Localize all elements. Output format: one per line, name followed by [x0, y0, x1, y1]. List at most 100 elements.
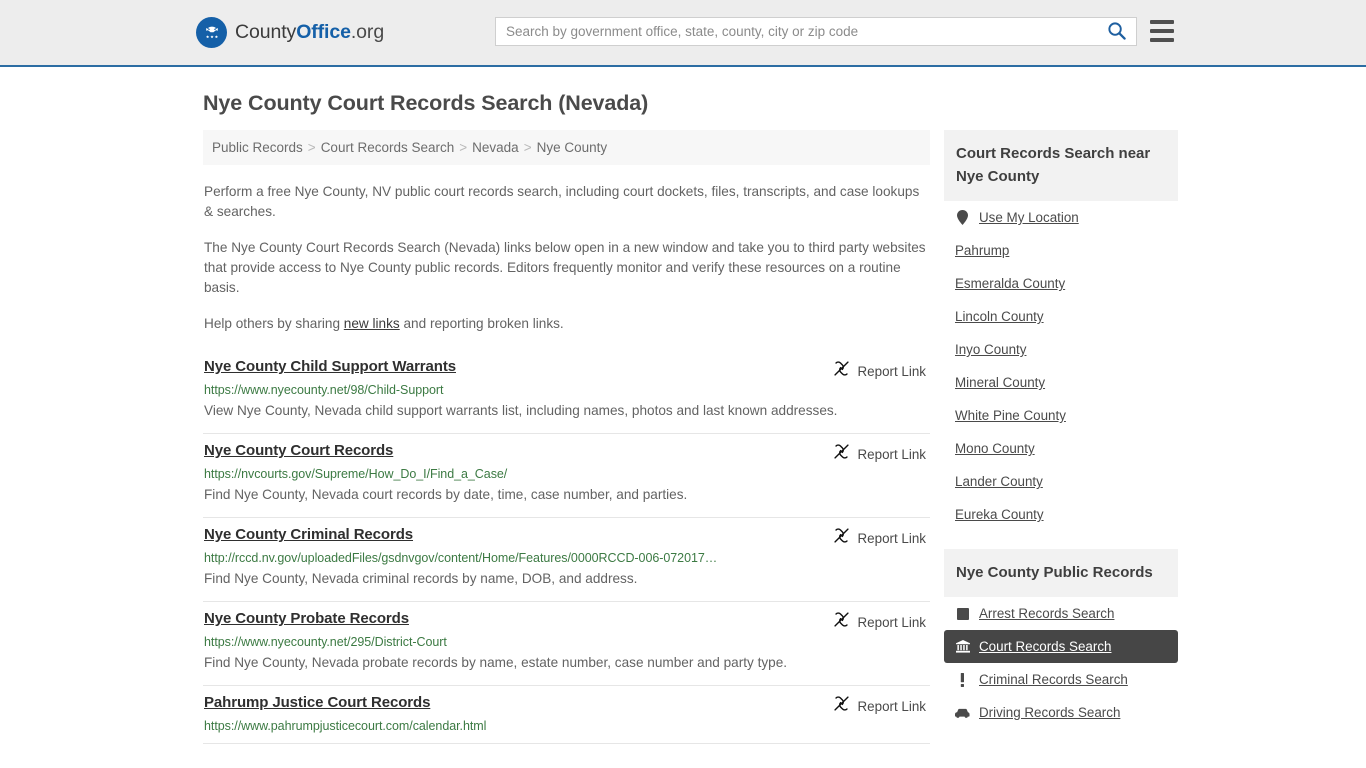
- public-records-panel: Nye County Public Records Arrest Records…: [944, 549, 1178, 729]
- result-url: https://www.pahrumpjusticecourt.com/cale…: [204, 719, 487, 733]
- nearby-item-label[interactable]: Mono County: [955, 441, 1035, 456]
- site-logo[interactable]: CountyOffice.org: [196, 17, 384, 48]
- nearby-list: Use My Location Pahrump Esmeralda County Li…: [944, 201, 1178, 531]
- page-title: Nye County Court Records Search (Nevada): [203, 91, 649, 115]
- nearby-item-label[interactable]: Lincoln County: [955, 309, 1044, 324]
- nearby-item-10[interactable]: Eureka County: [944, 498, 1178, 531]
- breadcrumb-separator: >: [459, 140, 468, 155]
- search-bar: [495, 17, 1137, 46]
- result-title-link[interactable]: Nye County Child Support Warrants: [204, 358, 456, 375]
- breadcrumb-item-1[interactable]: Public Records: [212, 140, 303, 155]
- nearby-item-label[interactable]: Mineral County: [955, 375, 1045, 390]
- result-url: https://www.nyecounty.net/295/District-C…: [204, 635, 447, 649]
- logo-text-county: County: [235, 21, 297, 43]
- result-url: https://www.nyecounty.net/98/Child-Suppo…: [204, 383, 444, 397]
- results-list: Nye County Child Support Warrants Report …: [203, 351, 930, 744]
- nearby-item-label[interactable]: Use My Location: [979, 210, 1079, 225]
- search-icon: [1107, 21, 1126, 43]
- panel-spacer: [944, 537, 1178, 549]
- logo-text-org: .org: [350, 21, 385, 43]
- nearby-panel-heading: Court Records Search near Nye County: [944, 130, 1178, 201]
- nearby-item-label[interactable]: Esmeralda County: [955, 276, 1065, 291]
- result-title-link[interactable]: Nye County Probate Records: [204, 610, 409, 627]
- search-button[interactable]: [1096, 18, 1136, 45]
- nearby-item-9[interactable]: Lander County: [944, 465, 1178, 498]
- car-icon: [955, 708, 970, 718]
- report-link-button[interactable]: Report Link: [833, 360, 926, 382]
- public-records-list: Arrest Records Search Court Records Searc…: [944, 597, 1178, 729]
- nearby-item-label[interactable]: Eureka County: [955, 507, 1044, 522]
- public-records-item-label[interactable]: Criminal Records Search: [979, 672, 1128, 687]
- result-description: Find Nye County, Nevada court records by…: [204, 487, 688, 502]
- report-link-label: Report Link: [857, 698, 926, 714]
- menu-bar-2: [1150, 29, 1174, 33]
- new-links-link[interactable]: new links: [344, 316, 400, 331]
- public-records-panel-heading: Nye County Public Records: [944, 549, 1178, 597]
- breadcrumb-item-2[interactable]: Court Records Search: [321, 140, 455, 155]
- search-input[interactable]: [496, 18, 1096, 45]
- report-link-button[interactable]: Report Link: [833, 527, 926, 549]
- public-records-item-label[interactable]: Court Records Search: [979, 639, 1111, 654]
- hamburger-menu-icon[interactable]: [1150, 20, 1174, 42]
- nearby-item-label[interactable]: Lander County: [955, 474, 1043, 489]
- content-columns: Public Records > Court Records Search > Neva…: [203, 130, 1178, 744]
- breadcrumb-separator: >: [523, 140, 532, 155]
- nearby-item-2[interactable]: Pahrump: [944, 234, 1178, 267]
- site-logo-text: CountyOffice.org: [235, 21, 384, 44]
- result-url: http://rccd.nv.gov/uploadedFiles/gsdnvgo…: [204, 551, 718, 565]
- nearby-item-5[interactable]: Inyo County: [944, 333, 1178, 366]
- result-description: View Nye County, Nevada child support wa…: [204, 403, 838, 418]
- report-link-label: Report Link: [857, 530, 926, 546]
- broken-link-icon: [833, 360, 850, 382]
- eagle-seal-icon: [196, 17, 227, 48]
- menu-bar-1: [1150, 20, 1174, 24]
- fingerprint-card-icon: [955, 607, 970, 620]
- public-records-item-4[interactable]: Driving Records Search: [944, 696, 1178, 729]
- result-title-link[interactable]: Nye County Court Records: [204, 442, 393, 459]
- result-description: Find Nye County, Nevada probate records …: [204, 655, 788, 670]
- result-title-link[interactable]: Nye County Criminal Records: [204, 526, 413, 543]
- map-pin-icon: [955, 210, 970, 225]
- intro-share-pre: Help others by sharing: [204, 316, 344, 331]
- breadcrumb-item-4: Nye County: [536, 140, 608, 155]
- broken-link-icon: [833, 695, 850, 717]
- public-records-item-3[interactable]: Criminal Records Search: [944, 663, 1178, 696]
- nearby-item-7[interactable]: White Pine County: [944, 399, 1178, 432]
- intro-paragraph-2: The Nye County Court Records Search (Nev…: [204, 240, 926, 295]
- nearby-item-4[interactable]: Lincoln County: [944, 300, 1178, 333]
- broken-link-icon: [833, 527, 850, 549]
- report-link-button[interactable]: Report Link: [833, 695, 926, 717]
- breadcrumb: Public Records > Court Records Search > Neva…: [203, 130, 930, 165]
- result-item: Nye County Court Records Report Link https…: [203, 434, 930, 518]
- nearby-panel: Court Records Search near Nye County Use…: [944, 130, 1178, 531]
- public-records-item-label[interactable]: Arrest Records Search: [979, 606, 1114, 621]
- public-records-item-1[interactable]: Arrest Records Search: [944, 597, 1178, 630]
- nearby-item-1[interactable]: Use My Location: [944, 201, 1178, 234]
- main-column: Public Records > Court Records Search > Neva…: [203, 130, 930, 744]
- broken-link-icon: [833, 443, 850, 465]
- report-link-button[interactable]: Report Link: [833, 611, 926, 633]
- nearby-item-6[interactable]: Mineral County: [944, 366, 1178, 399]
- nearby-item-label[interactable]: White Pine County: [955, 408, 1066, 423]
- intro-paragraph-3: Help others by sharing new links and rep…: [204, 314, 930, 334]
- result-item: Nye County Probate Records Report Link htt…: [203, 602, 930, 686]
- report-link-label: Report Link: [857, 446, 926, 462]
- logo-text-office: Office: [296, 21, 351, 43]
- menu-bar-3: [1150, 38, 1174, 42]
- report-link-label: Report Link: [857, 363, 926, 379]
- report-link-label: Report Link: [857, 614, 926, 630]
- breadcrumb-item-3[interactable]: Nevada: [472, 140, 519, 155]
- courthouse-icon: [955, 640, 970, 653]
- nearby-item-3[interactable]: Esmeralda County: [944, 267, 1178, 300]
- broken-link-icon: [833, 611, 850, 633]
- nearby-item-label[interactable]: Inyo County: [955, 342, 1026, 357]
- intro-paragraph-1: Perform a free Nye County, NV public cou…: [204, 184, 920, 219]
- nearby-item-label[interactable]: Pahrump: [955, 243, 1009, 258]
- nearby-item-8[interactable]: Mono County: [944, 432, 1178, 465]
- result-title-link[interactable]: Pahrump Justice Court Records: [204, 694, 430, 711]
- public-records-item-label[interactable]: Driving Records Search: [979, 705, 1120, 720]
- public-records-item-2[interactable]: Court Records Search: [944, 630, 1178, 663]
- page-content: Nye County Court Records Search (Nevada)…: [0, 91, 1366, 744]
- report-link-button[interactable]: Report Link: [833, 443, 926, 465]
- intro-text: Perform a free Nye County, NV public cou…: [203, 182, 930, 334]
